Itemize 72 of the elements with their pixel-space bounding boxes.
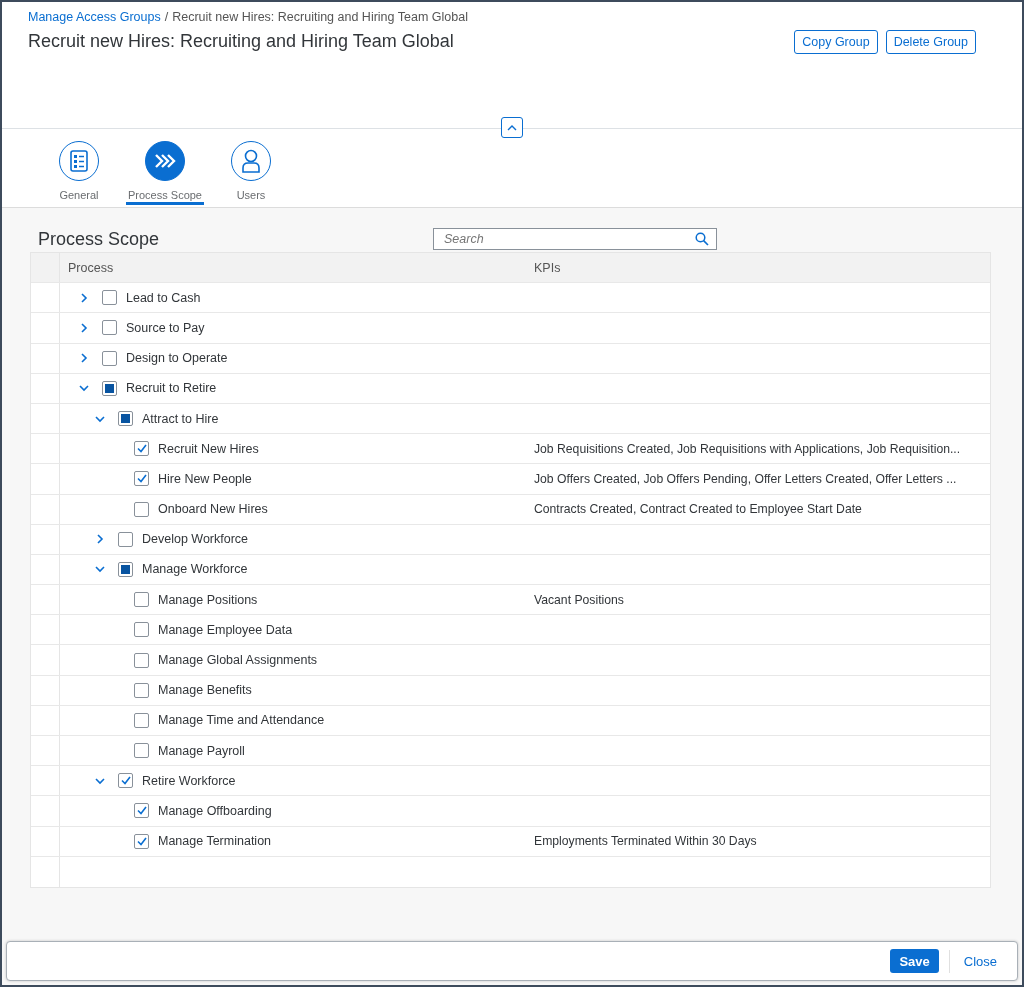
tab[interactable]: Users [212, 141, 290, 205]
checkbox[interactable] [102, 350, 117, 366]
collapse-header-button[interactable] [501, 117, 523, 138]
header-action-button[interactable]: Delete Group [885, 30, 976, 54]
checkbox[interactable] [134, 682, 149, 698]
kpi-list: Job Requisitions Created, Job Requisitions with Applications, Job Requisition... [534, 441, 961, 456]
process-name: Manage Employee Data [158, 622, 293, 637]
chevron-right-icon[interactable] [95, 534, 105, 545]
caret-up-icon [507, 124, 517, 131]
breadcrumb-current: Recruit new Hires: Recruiting and Hiring Team Global [172, 10, 468, 24]
column-header: KPIs [534, 260, 561, 275]
person-icon [241, 149, 261, 173]
process-name: Manage Benefits [158, 683, 252, 698]
process-name: Manage Time and Attendance [158, 713, 325, 728]
checkbox[interactable] [134, 743, 149, 759]
close-button[interactable]: Close [948, 949, 1003, 973]
process-name: Manage Global Assignments [158, 653, 318, 668]
chevron-down-icon[interactable] [79, 383, 89, 394]
process-name: Retire Workforce [142, 773, 236, 788]
process-name: Develop Workforce [142, 532, 249, 547]
process-name: Recruit to Retire [126, 381, 217, 396]
checkbox[interactable] [134, 712, 149, 728]
chevrons-right-icon [154, 153, 176, 169]
checkbox[interactable] [134, 652, 149, 668]
checkbox[interactable] [134, 803, 149, 819]
chevron-down-icon[interactable] [95, 775, 105, 786]
checkbox[interactable] [118, 773, 133, 789]
chevron-down-icon[interactable] [95, 564, 105, 575]
checkbox[interactable] [102, 380, 117, 396]
process-name: Attract to Hire [142, 411, 219, 426]
search-field[interactable]: Search [433, 228, 717, 250]
page-title: Recruit new Hires: Recruiting and Hiring Team Global [28, 31, 455, 52]
checkbox[interactable] [134, 592, 149, 608]
tab[interactable]: Process Scope [126, 141, 204, 205]
checkbox[interactable] [118, 411, 133, 427]
process-name: Onboard New Hires [158, 502, 268, 517]
kpi-list: Employments Terminated Within 30 Days [534, 834, 757, 849]
process-name: Recruit New Hires [158, 441, 259, 456]
checkbox[interactable] [102, 320, 117, 336]
process-name: Hire New People [158, 471, 252, 486]
checkbox[interactable] [118, 531, 133, 547]
breadcrumb-link[interactable]: Manage Access Groups [28, 10, 161, 24]
kpi-list: Contracts Created, Contract Created to Employee Start Date [534, 502, 862, 517]
checkbox[interactable] [134, 441, 149, 457]
kpi-list: Job Offers Created, Job Offers Pending, Offer Letters Created, Offer Letters ... [534, 471, 957, 486]
checkbox[interactable] [102, 290, 117, 306]
header-action-button[interactable]: Copy Group [794, 30, 878, 54]
process-name: Manage Workforce [142, 562, 248, 577]
process-name: Manage Termination [158, 834, 272, 849]
kpi-list: Vacant Positions [534, 592, 624, 607]
search-icon [695, 232, 709, 246]
process-name: Manage Positions [158, 592, 258, 607]
checkbox[interactable] [118, 561, 133, 577]
process-name: Manage Offboarding [158, 803, 272, 818]
checkbox[interactable] [134, 501, 149, 517]
chevron-down-icon[interactable] [95, 413, 105, 424]
checkbox[interactable] [134, 833, 149, 849]
process-name: Source to Pay [126, 320, 205, 335]
checkbox[interactable] [134, 471, 149, 487]
save-button[interactable]: Save [890, 949, 939, 973]
list-icon [69, 150, 89, 172]
chevron-right-icon[interactable] [79, 322, 89, 333]
column-header: Process [68, 260, 114, 275]
chevron-right-icon[interactable] [79, 292, 89, 303]
process-name: Lead to Cash [126, 290, 201, 305]
breadcrumb-separator: / [164, 10, 169, 24]
chevron-right-icon[interactable] [79, 353, 89, 364]
process-name: Manage Payroll [158, 743, 245, 758]
section-title: Process Scope [38, 228, 161, 250]
process-name: Design to Operate [126, 351, 228, 366]
checkbox[interactable] [134, 622, 149, 638]
tab[interactable]: General [40, 141, 118, 205]
